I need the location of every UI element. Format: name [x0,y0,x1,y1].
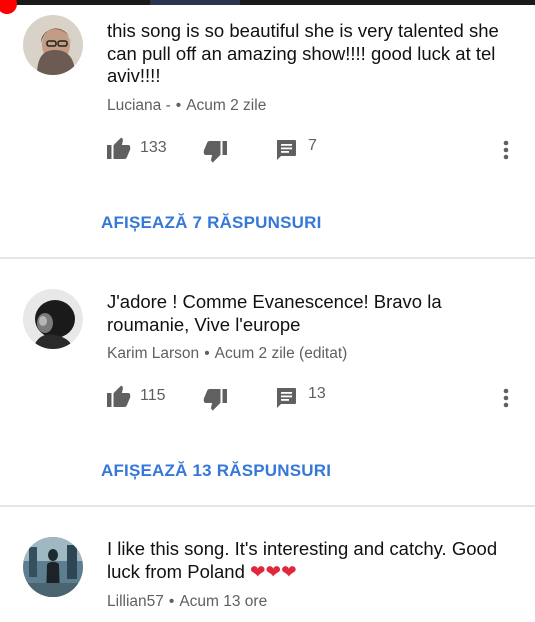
comment-meta: Karim Larson • Acum 2 zile (editat) [107,345,347,363]
avatar-photo [23,15,83,75]
thumbs-down-icon [203,389,227,411]
thumbs-down-icon [203,141,227,163]
more-options-button[interactable] [503,140,509,160]
comment-actions: 133 7 [0,137,535,163]
avatar[interactable] [23,537,83,597]
more-vert-icon [503,388,509,408]
comment-time[interactable]: Acum 13 ore [179,593,267,610]
comment-divider [0,505,535,507]
avatar[interactable] [23,15,83,75]
thumbs-up-icon [107,137,131,159]
meta-separator: • [204,345,210,362]
reply-icon [277,388,296,408]
reply-button[interactable]: 7 [275,137,317,161]
heart-emoji: ❤ [250,560,266,582]
heart-emoji: ❤ [281,560,297,582]
comment-text: I like this song. It's interesting and c… [107,538,498,582]
comment-meta: Luciana - • Acum 2 zile [107,97,266,115]
avatar-photo [23,289,83,349]
comment-time[interactable]: Acum 2 zile (editat) [215,345,348,362]
dislike-button[interactable] [203,141,227,163]
comment-actions: 115 13 [0,385,535,411]
like-count: 133 [140,139,167,156]
dislike-button[interactable] [203,389,227,411]
more-options-button[interactable] [503,388,509,408]
reply-count: 13 [308,385,326,402]
comment-author[interactable]: Luciana - [107,97,171,114]
like-count: 115 [140,387,166,404]
thumbs-up-icon [107,385,131,407]
more-vert-icon [503,140,509,160]
comment-thread: I like this song. It's interesting and c… [0,508,535,622]
heart-emoji: ❤ [265,560,282,582]
reply-button[interactable]: 13 [275,385,326,409]
show-replies-link[interactable]: AFIȘEAZĂ 13 RĂSPUNSURI [101,461,331,481]
comment-text: J'adore ! Comme Evanescence! Bravo la ro… [107,291,442,335]
comment-meta: Lillian57 • Acum 13 ore [107,593,267,611]
comment-time[interactable]: Acum 2 zile [186,97,266,114]
comment-thread: this song is so beautiful she is very ta… [0,5,535,258]
show-replies-link[interactable]: AFIȘEAZĂ 7 RĂSPUNSURI [101,213,322,233]
reply-count: 7 [308,137,317,154]
reply-icon [277,140,296,160]
comment-divider [0,257,535,259]
comment-text: this song is so beautiful she is very ta… [107,20,499,86]
like-button[interactable]: 115 [107,385,166,407]
comment-author[interactable]: Karim Larson [107,345,199,362]
like-button[interactable]: 133 [107,137,167,159]
avatar[interactable] [23,289,83,349]
comment-thread: J'adore ! Comme Evanescence! Bravo la ro… [0,260,535,506]
avatar-photo [23,537,83,597]
comment-author[interactable]: Lillian57 [107,593,164,610]
meta-separator: • [175,97,182,114]
meta-separator: • [168,593,175,610]
